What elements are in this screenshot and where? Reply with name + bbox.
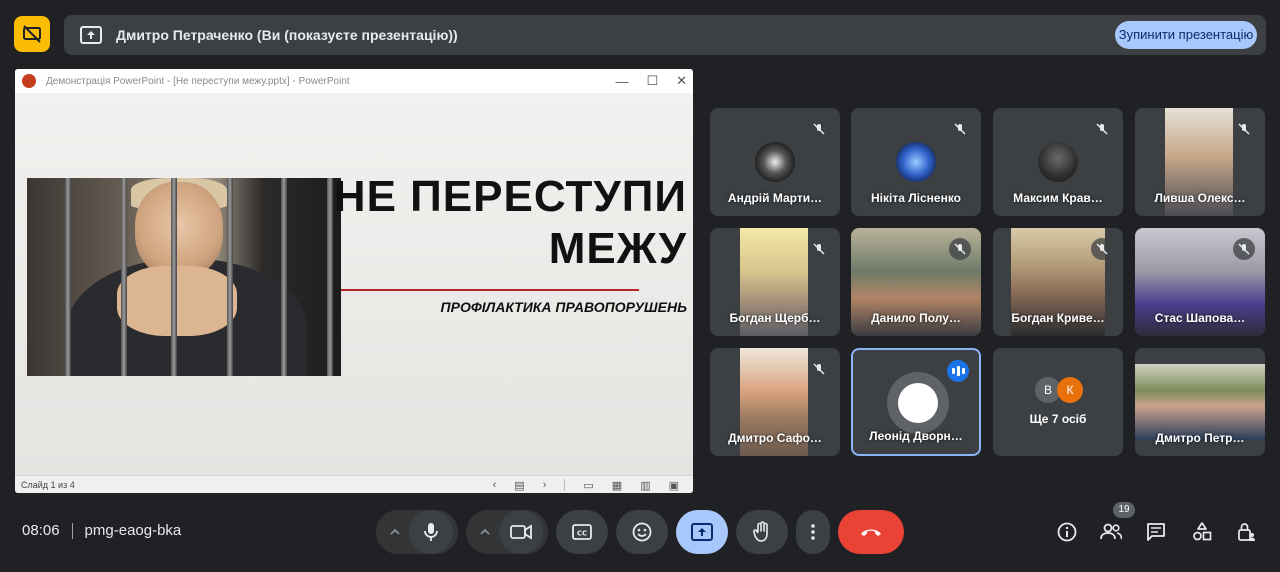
speaking-indicator-icon [947,360,969,382]
participant-tile[interactable]: Максим Крав… [993,108,1123,216]
close-icon[interactable]: ✕ [676,73,687,89]
mic-off-icon [1091,118,1113,140]
chat-icon [1147,523,1165,541]
meeting-code: pmg-eaog-bka [84,522,182,539]
hand-icon [753,521,768,542]
prev-slide-icon[interactable]: ‹ [493,479,497,491]
participant-video [1135,364,1265,440]
mic-off-icon [1233,238,1255,260]
info-icon [1057,522,1077,542]
host-controls-button[interactable] [1232,518,1260,546]
participant-tile-speaking[interactable]: Леонід Дворн… [851,348,981,456]
captions-icon: CC [572,524,592,540]
leave-call-button[interactable] [838,510,904,554]
chevron-up-icon[interactable] [471,510,499,554]
reactions-button[interactable] [616,510,668,554]
emoji-icon [632,522,652,542]
participant-tile[interactable]: Дмитро Сафо… [710,348,840,456]
present-screen-icon [80,26,102,44]
participant-tile[interactable]: Стас Шапова… [1135,228,1265,336]
participant-tile[interactable]: Андрій Марти… [710,108,840,216]
avatar [755,142,795,182]
mic-off-icon [1233,118,1255,140]
raise-hand-button[interactable] [736,510,788,554]
chat-button[interactable] [1142,518,1170,546]
mic-off-icon [808,238,830,260]
mic-off-icon [949,238,971,260]
ppt-status-bar: Слайд 1 из 4 ‹ ▤ › ▭ ▦ ▥ ▣ [15,475,693,493]
svg-text:CC: CC [577,530,587,538]
slide-photo [27,178,341,376]
participant-count-badge: 19 [1113,502,1135,518]
hang-up-icon [861,529,881,536]
more-participants-label: Ще 7 осіб [1029,412,1087,426]
participant-tile[interactable]: Ливша Олекс… [1135,108,1265,216]
slide-subtitle: ПРОФІЛАКТИКА ПРАВОПОРУШЕНЬ [440,299,687,315]
mic-control-group [376,510,458,554]
avatar [1038,142,1078,182]
more-options-button[interactable] [796,510,830,554]
participant-tile[interactable]: Богдан Криве… [993,228,1123,336]
more-vert-icon [811,524,815,540]
camera-control-group [466,510,548,554]
present-status-icon [14,16,50,52]
slideshow-view-icon[interactable]: ▣ [669,479,679,492]
participant-tile[interactable]: Дмитро Петр… [1135,348,1265,456]
presenter-text: Дмитро Петраченко (Ви (показуєте презент… [116,27,458,43]
lock-person-icon [1238,523,1255,541]
participant-tile[interactable]: Нікіта Лісненко [851,108,981,216]
presenting-banner: Дмитро Петраченко (Ви (показуєте презент… [64,15,1266,55]
present-screen-icon [691,523,713,541]
more-participants-tile[interactable]: В К Ще 7 осіб [993,348,1123,456]
people-icon [1100,523,1122,540]
slide-menu-icon[interactable]: ▤ [514,479,524,492]
next-slide-icon[interactable]: › [543,479,547,491]
mic-off-icon [949,118,971,140]
people-button[interactable] [1097,518,1125,546]
microphone-button[interactable] [409,510,453,554]
slide-counter: Слайд 1 из 4 [21,479,75,490]
mic-off-icon [808,358,830,380]
meeting-info: 08:06 pmg-eaog-bka [22,522,181,539]
reading-view-icon[interactable]: ▥ [640,479,650,492]
powerpoint-icon [22,74,36,88]
participant-tile[interactable]: Данило Полу… [851,228,981,336]
avatar [887,372,949,434]
maximize-icon[interactable]: ☐ [646,73,658,89]
ppt-window-title: Демонстрація PowerPoint - [Не переступи … [46,75,350,87]
slide-title: НЕ ПЕРЕСТУПИ МЕЖУ [333,172,687,273]
camera-icon [510,524,532,540]
sorter-view-icon[interactable]: ▦ [612,479,622,492]
participant-tile[interactable]: Богдан Щерб… [710,228,840,336]
slide-divider [341,289,639,291]
avatar [896,142,936,182]
minimize-icon[interactable]: — [615,74,628,89]
powerpoint-window: Демонстрація PowerPoint - [Не переступи … [15,69,693,493]
present-button[interactable] [676,510,728,554]
chevron-up-icon[interactable] [381,510,409,554]
meeting-details-button[interactable] [1053,518,1081,546]
stop-presenting-button[interactable]: Зупинити презентацію [1115,21,1257,49]
clock: 08:06 [22,522,60,539]
mic-off-icon [1091,238,1113,260]
mic-off-icon [808,118,830,140]
ppt-titlebar: Демонстрація PowerPoint - [Не переступи … [15,69,693,93]
normal-view-icon[interactable]: ▭ [583,479,593,492]
activities-button[interactable] [1188,518,1216,546]
camera-button[interactable] [499,510,543,554]
shapes-icon [1193,522,1212,541]
avatar-initial: К [1057,377,1083,403]
microphone-icon [424,523,438,541]
captions-button[interactable]: CC [556,510,608,554]
slide-canvas: НЕ ПЕРЕСТУПИ МЕЖУ ПРОФІЛАКТИКА ПРАВОПОРУ… [15,93,693,475]
